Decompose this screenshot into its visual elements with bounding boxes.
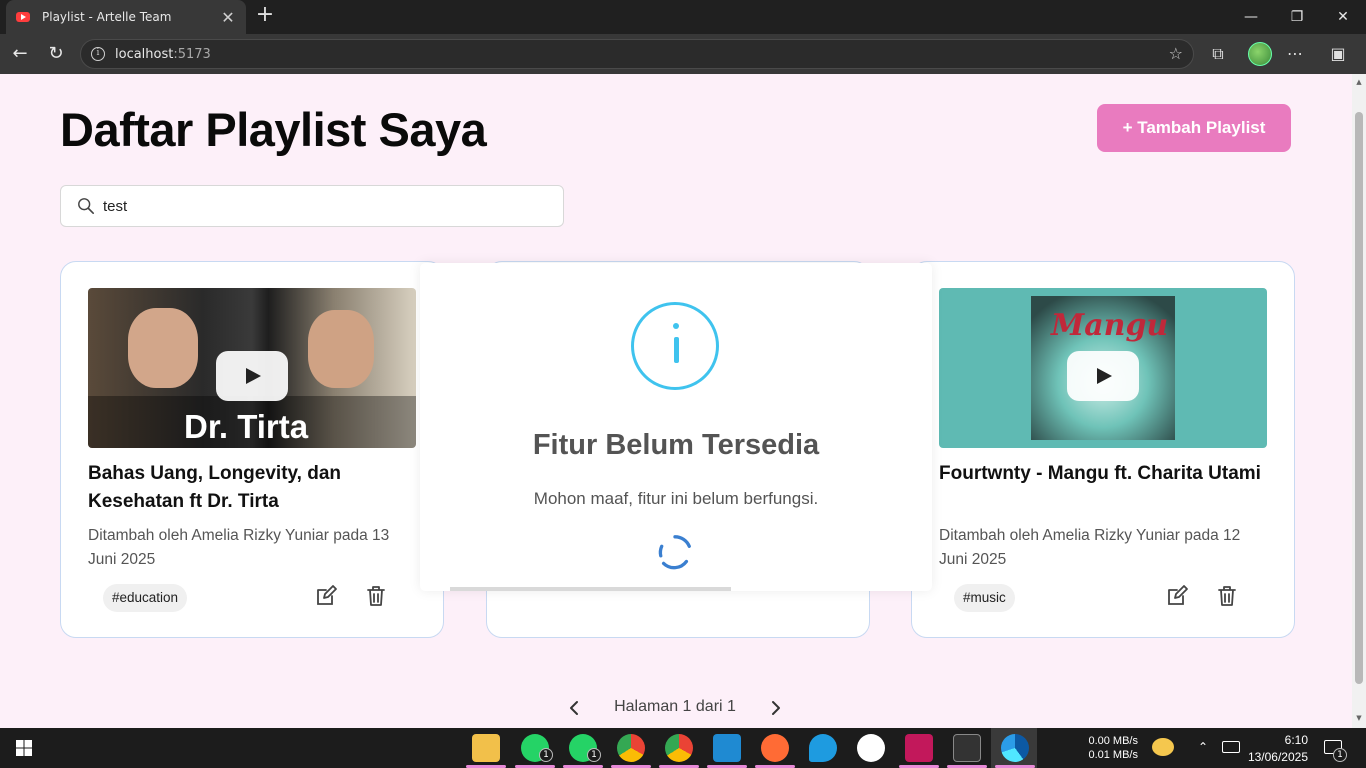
tab-close-icon[interactable]: ✕	[220, 8, 236, 27]
delete-icon[interactable]	[364, 584, 388, 608]
extensions-icon[interactable]: ⧉	[1206, 42, 1230, 66]
edit-icon[interactable]	[314, 584, 338, 608]
edge-icon[interactable]	[1001, 734, 1029, 762]
window-minimize-button[interactable]: —	[1228, 0, 1274, 34]
back-button[interactable]: ←	[6, 40, 34, 68]
file-explorer-icon[interactable]	[472, 734, 500, 762]
sidebar-toggle-icon[interactable]: ▣	[1326, 42, 1350, 66]
card-title: Bahas Uang, Longevity, dan Kesehatan ft …	[88, 463, 342, 512]
browser-tabbar: Playlist - Artelle Team ✕ + — ❐ ✕	[0, 0, 1366, 34]
pagination: Halaman 1 dari 1	[560, 694, 790, 722]
card-meta: Ditambah oleh Amelia Rizky Yuniar pada 1…	[88, 527, 390, 568]
browser-tab[interactable]: Playlist - Artelle Team ✕	[6, 0, 246, 34]
page-indicator: Halaman 1 dari 1	[614, 698, 736, 715]
card-title: Fourtwnty - Mangu ft. Charita Utami	[939, 463, 1261, 484]
tray-expand-icon[interactable]: ⌃	[1198, 740, 1208, 754]
search-box[interactable]	[60, 185, 564, 227]
play-icon[interactable]	[216, 351, 288, 401]
edit-icon[interactable]	[1165, 584, 1189, 608]
scroll-up-icon[interactable]: ▲	[1355, 78, 1363, 86]
chevron-right-icon[interactable]	[766, 694, 786, 722]
page-title: Daftar Playlist Saya	[60, 103, 487, 156]
network-download-speed: 0.01 MB/s	[1088, 749, 1138, 761]
play-icon[interactable]	[1067, 351, 1139, 401]
address-bar[interactable]: i localhost:5173 ☆	[80, 39, 1194, 69]
feature-unavailable-modal: Fitur Belum Tersedia Mohon maaf, fitur i…	[420, 263, 932, 591]
scrollbar-thumb[interactable]	[1355, 112, 1363, 684]
site-info-icon[interactable]: i	[91, 47, 105, 61]
profile-avatar[interactable]	[1248, 42, 1272, 66]
notification-badge: 1	[1333, 748, 1347, 762]
battery-icon[interactable]	[1222, 741, 1240, 753]
app-icon[interactable]	[809, 734, 837, 762]
person-silhouette	[128, 308, 198, 388]
mongodb-icon[interactable]	[857, 734, 885, 762]
modal-title: Fitur Belum Tersedia	[532, 429, 820, 461]
tag-chip[interactable]: #music	[954, 584, 1015, 612]
windows-start-icon[interactable]	[16, 740, 32, 756]
playlist-card: Mangu Fourtwnty - Mangu ft. Charita Utam…	[911, 261, 1295, 638]
playlist-card: Dr. Tirta Bahas Uang, Longevity, dan Kes…	[60, 261, 444, 638]
network-upload-speed: 0.00 MB/s	[1088, 735, 1138, 747]
card-meta: Ditambah oleh Amelia Rizky Yuniar pada 1…	[939, 527, 1241, 568]
page-content: Daftar Playlist Saya + Tambah Playlist D…	[0, 74, 1352, 728]
delete-icon[interactable]	[1215, 584, 1239, 608]
weather-icon[interactable]	[1152, 738, 1174, 756]
search-icon	[78, 198, 95, 215]
url-port: :5173	[173, 46, 211, 62]
chrome-icon[interactable]	[617, 734, 645, 762]
favorite-star-icon[interactable]: ☆	[1169, 44, 1183, 63]
clock-date[interactable]: 13/06/2025	[1240, 750, 1308, 764]
vscode-icon[interactable]	[713, 734, 741, 762]
notification-badge: 1	[587, 748, 601, 762]
video-thumbnail[interactable]: Mangu	[939, 288, 1267, 448]
add-playlist-button[interactable]: + Tambah Playlist	[1097, 104, 1291, 152]
more-menu-icon[interactable]: ⋯	[1283, 42, 1307, 66]
browser-toolbar: ← ↻ i localhost:5173 ☆ ⧉ ⋯ ▣	[0, 34, 1366, 74]
search-input[interactable]	[103, 197, 523, 215]
new-tab-button[interactable]: +	[254, 4, 276, 28]
clock-time[interactable]: 6:10	[1250, 733, 1308, 747]
video-thumbnail[interactable]: Dr. Tirta	[88, 288, 416, 448]
person-silhouette	[308, 310, 374, 388]
thumbnail-caption: Dr. Tirta	[184, 408, 309, 445]
timer-progress-bar	[450, 587, 731, 591]
modal-text: Mohon maaf, fitur ini belum berfungsi.	[533, 489, 819, 508]
app-icon[interactable]	[905, 734, 933, 762]
chrome-icon[interactable]	[665, 734, 693, 762]
window-restore-button[interactable]: ❐	[1274, 0, 1320, 34]
thumbnail-caption: Mangu	[1051, 308, 1169, 343]
loading-spinner-icon	[658, 535, 691, 570]
tab-title: Playlist - Artelle Team	[42, 10, 172, 24]
terminal-icon[interactable]	[953, 734, 981, 762]
notification-badge: 1	[539, 748, 553, 762]
postman-icon[interactable]	[761, 734, 789, 762]
url-host: localhost	[115, 46, 174, 62]
scroll-down-icon[interactable]: ▼	[1355, 714, 1363, 722]
info-icon	[631, 302, 719, 390]
page-scrollbar[interactable]: ▲ ▼	[1352, 74, 1366, 728]
tag-chip[interactable]: #education	[103, 584, 188, 612]
windows-taskbar: 1 1 0.00 MB/s 0.01 MB/s ⌃ 6:10 13/06/202…	[0, 728, 1366, 768]
youtube-favicon-icon	[16, 12, 30, 22]
window-close-button[interactable]: ✕	[1320, 0, 1366, 34]
reload-button[interactable]: ↻	[42, 40, 70, 68]
